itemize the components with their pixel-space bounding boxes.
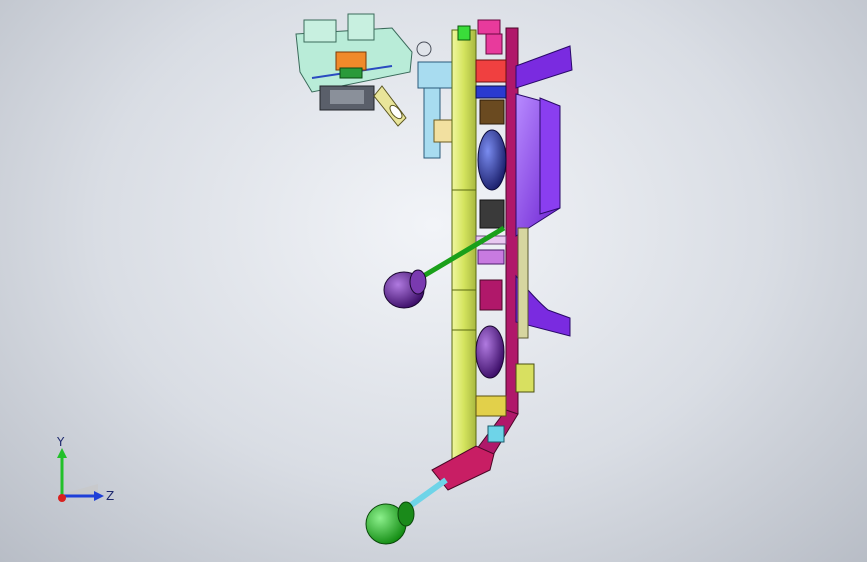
z-axis-arrowhead (94, 491, 104, 501)
y-axis-arrowhead (57, 448, 67, 458)
3d-viewport[interactable]: Y Z (0, 0, 867, 562)
hanging-link[interactable] (373, 85, 407, 127)
purple-bracket-upper[interactable] (515, 45, 573, 237)
x-axis-dot (58, 494, 66, 502)
triad-plane (62, 484, 98, 496)
z-axis-label: Z (106, 489, 114, 503)
coordinate-triad: Y Z (56, 436, 114, 503)
top-fixture-clamp[interactable] (295, 13, 432, 111)
y-axis-label: Y (56, 436, 65, 449)
assembly-model[interactable] (0, 0, 867, 562)
